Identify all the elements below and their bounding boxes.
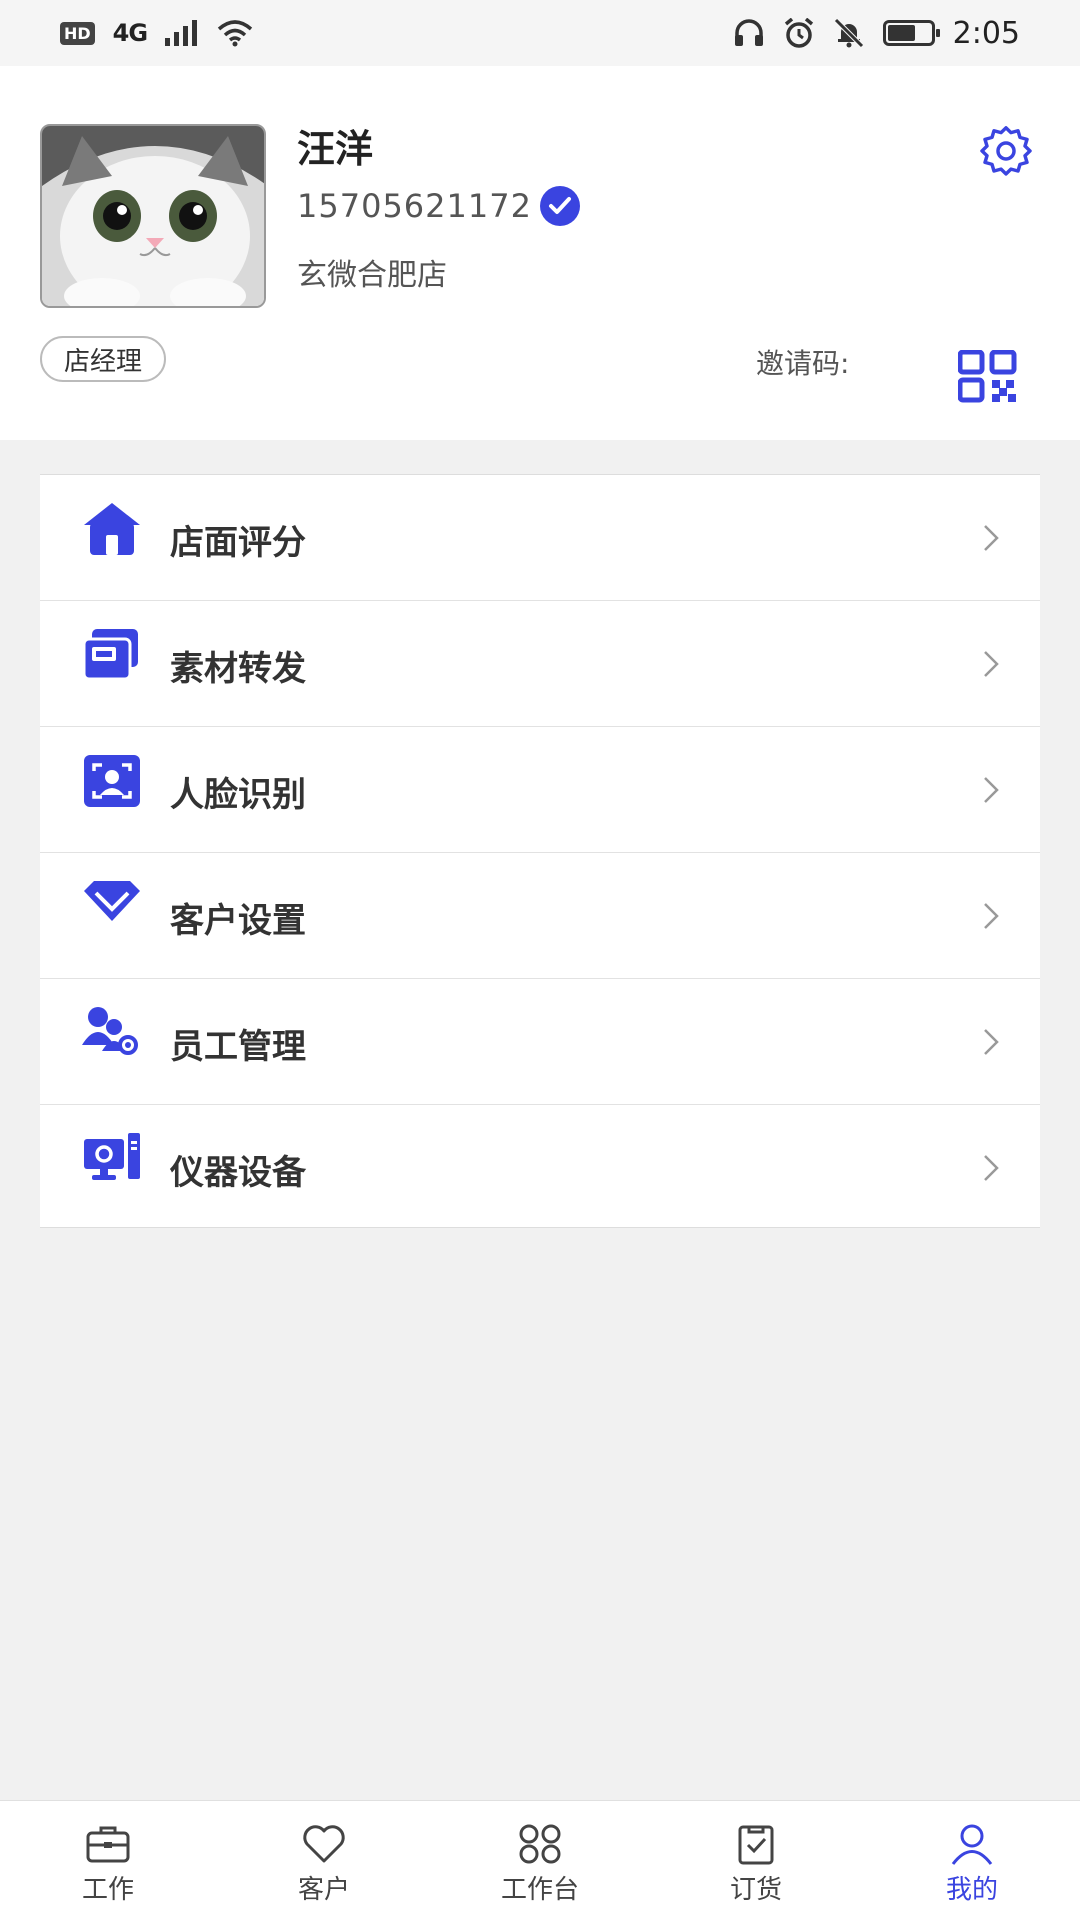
avatar[interactable] [40, 124, 266, 308]
menu-item-staff-management[interactable]: 员工管理 [40, 979, 1040, 1105]
briefcase-icon [86, 1826, 130, 1863]
nav-label: 我的 [945, 1875, 998, 1905]
battery-fill [887, 25, 915, 41]
verified-check-icon [539, 186, 580, 226]
menu-label: 素材转发 [170, 649, 306, 689]
qr-code-icon[interactable] [957, 349, 1020, 404]
menu-label: 店面评分 [170, 523, 306, 563]
wifi-icon [217, 20, 253, 47]
menu-item-material-forward[interactable]: 素材转发 [40, 601, 1040, 727]
chevron-right-icon [984, 1155, 999, 1181]
cat-avatar-image [42, 126, 264, 306]
person-icon [951, 1824, 993, 1865]
nav-label: 工作台 [500, 1875, 579, 1905]
menu-label: 客户设置 [170, 901, 306, 941]
chevron-right-icon [984, 903, 999, 929]
profile-card: 汪洋 15705621172 玄微合肥店 店经理 邀请码: [0, 66, 1080, 440]
clipboard-check-icon [738, 1825, 774, 1865]
invite-code-label: 邀请码: [756, 347, 850, 380]
phone-row: 15705621172 [297, 186, 580, 226]
menu-label: 仪器设备 [170, 1153, 306, 1193]
heart-icon [303, 1825, 345, 1863]
status-right: 2:05 [733, 16, 1020, 51]
chevron-right-icon [984, 1029, 999, 1055]
nav-label: 订货 [729, 1875, 782, 1905]
feature-menu: 店面评分 素材转发 人脸识别 客户设置 员工管理 仪器设备 [40, 474, 1040, 1228]
nav-tab-workbench[interactable]: 工作台 [432, 1801, 648, 1920]
user-name: 汪洋 [297, 127, 374, 171]
customer-settings-icon [82, 879, 142, 935]
equipment-icon [82, 1131, 142, 1187]
alarm-icon [784, 18, 813, 48]
nav-label: 工作 [81, 1875, 134, 1905]
material-forward-icon [82, 627, 142, 683]
headphones-icon [734, 19, 763, 46]
chevron-right-icon [984, 651, 999, 677]
store-home-icon [82, 501, 142, 557]
chevron-right-icon [984, 525, 999, 551]
nav-tab-mine[interactable]: 我的 [864, 1801, 1080, 1920]
settings-gear-icon[interactable] [980, 126, 1032, 178]
nav-tab-work[interactable]: 工作 [0, 1801, 216, 1920]
clock: 2:05 [952, 15, 1020, 51]
face-recognition-icon [82, 753, 142, 809]
mute-bell-icon [833, 18, 864, 48]
nav-tab-customers[interactable]: 客户 [216, 1801, 432, 1920]
menu-item-store-rating[interactable]: 店面评分 [40, 475, 1040, 601]
menu-item-customer-settings[interactable]: 客户设置 [40, 853, 1040, 979]
battery-icon [882, 20, 940, 46]
hd-badge: HD [60, 21, 95, 45]
menu-label: 员工管理 [170, 1027, 306, 1067]
phone-number: 15705621172 [297, 187, 532, 225]
status-bar: HD 4G 2:05 [0, 0, 1080, 66]
signal-icon [165, 20, 198, 46]
bottom-nav: 工作 客户 工作台 订货 我的 [0, 1800, 1080, 1920]
role-badge: 店经理 [40, 336, 167, 382]
staff-management-icon [82, 1005, 142, 1061]
network-type: 4G [112, 19, 148, 47]
status-left: HD 4G [60, 19, 253, 47]
menu-item-equipment[interactable]: 仪器设备 [40, 1105, 1040, 1227]
menu-label: 人脸识别 [170, 775, 306, 815]
nav-tab-orders[interactable]: 订货 [648, 1801, 864, 1920]
nav-label: 客户 [297, 1875, 350, 1905]
grid-icon [519, 1824, 561, 1864]
store-name: 玄微合肥店 [297, 258, 447, 293]
menu-item-face-recognition[interactable]: 人脸识别 [40, 727, 1040, 853]
chevron-right-icon [984, 777, 999, 803]
